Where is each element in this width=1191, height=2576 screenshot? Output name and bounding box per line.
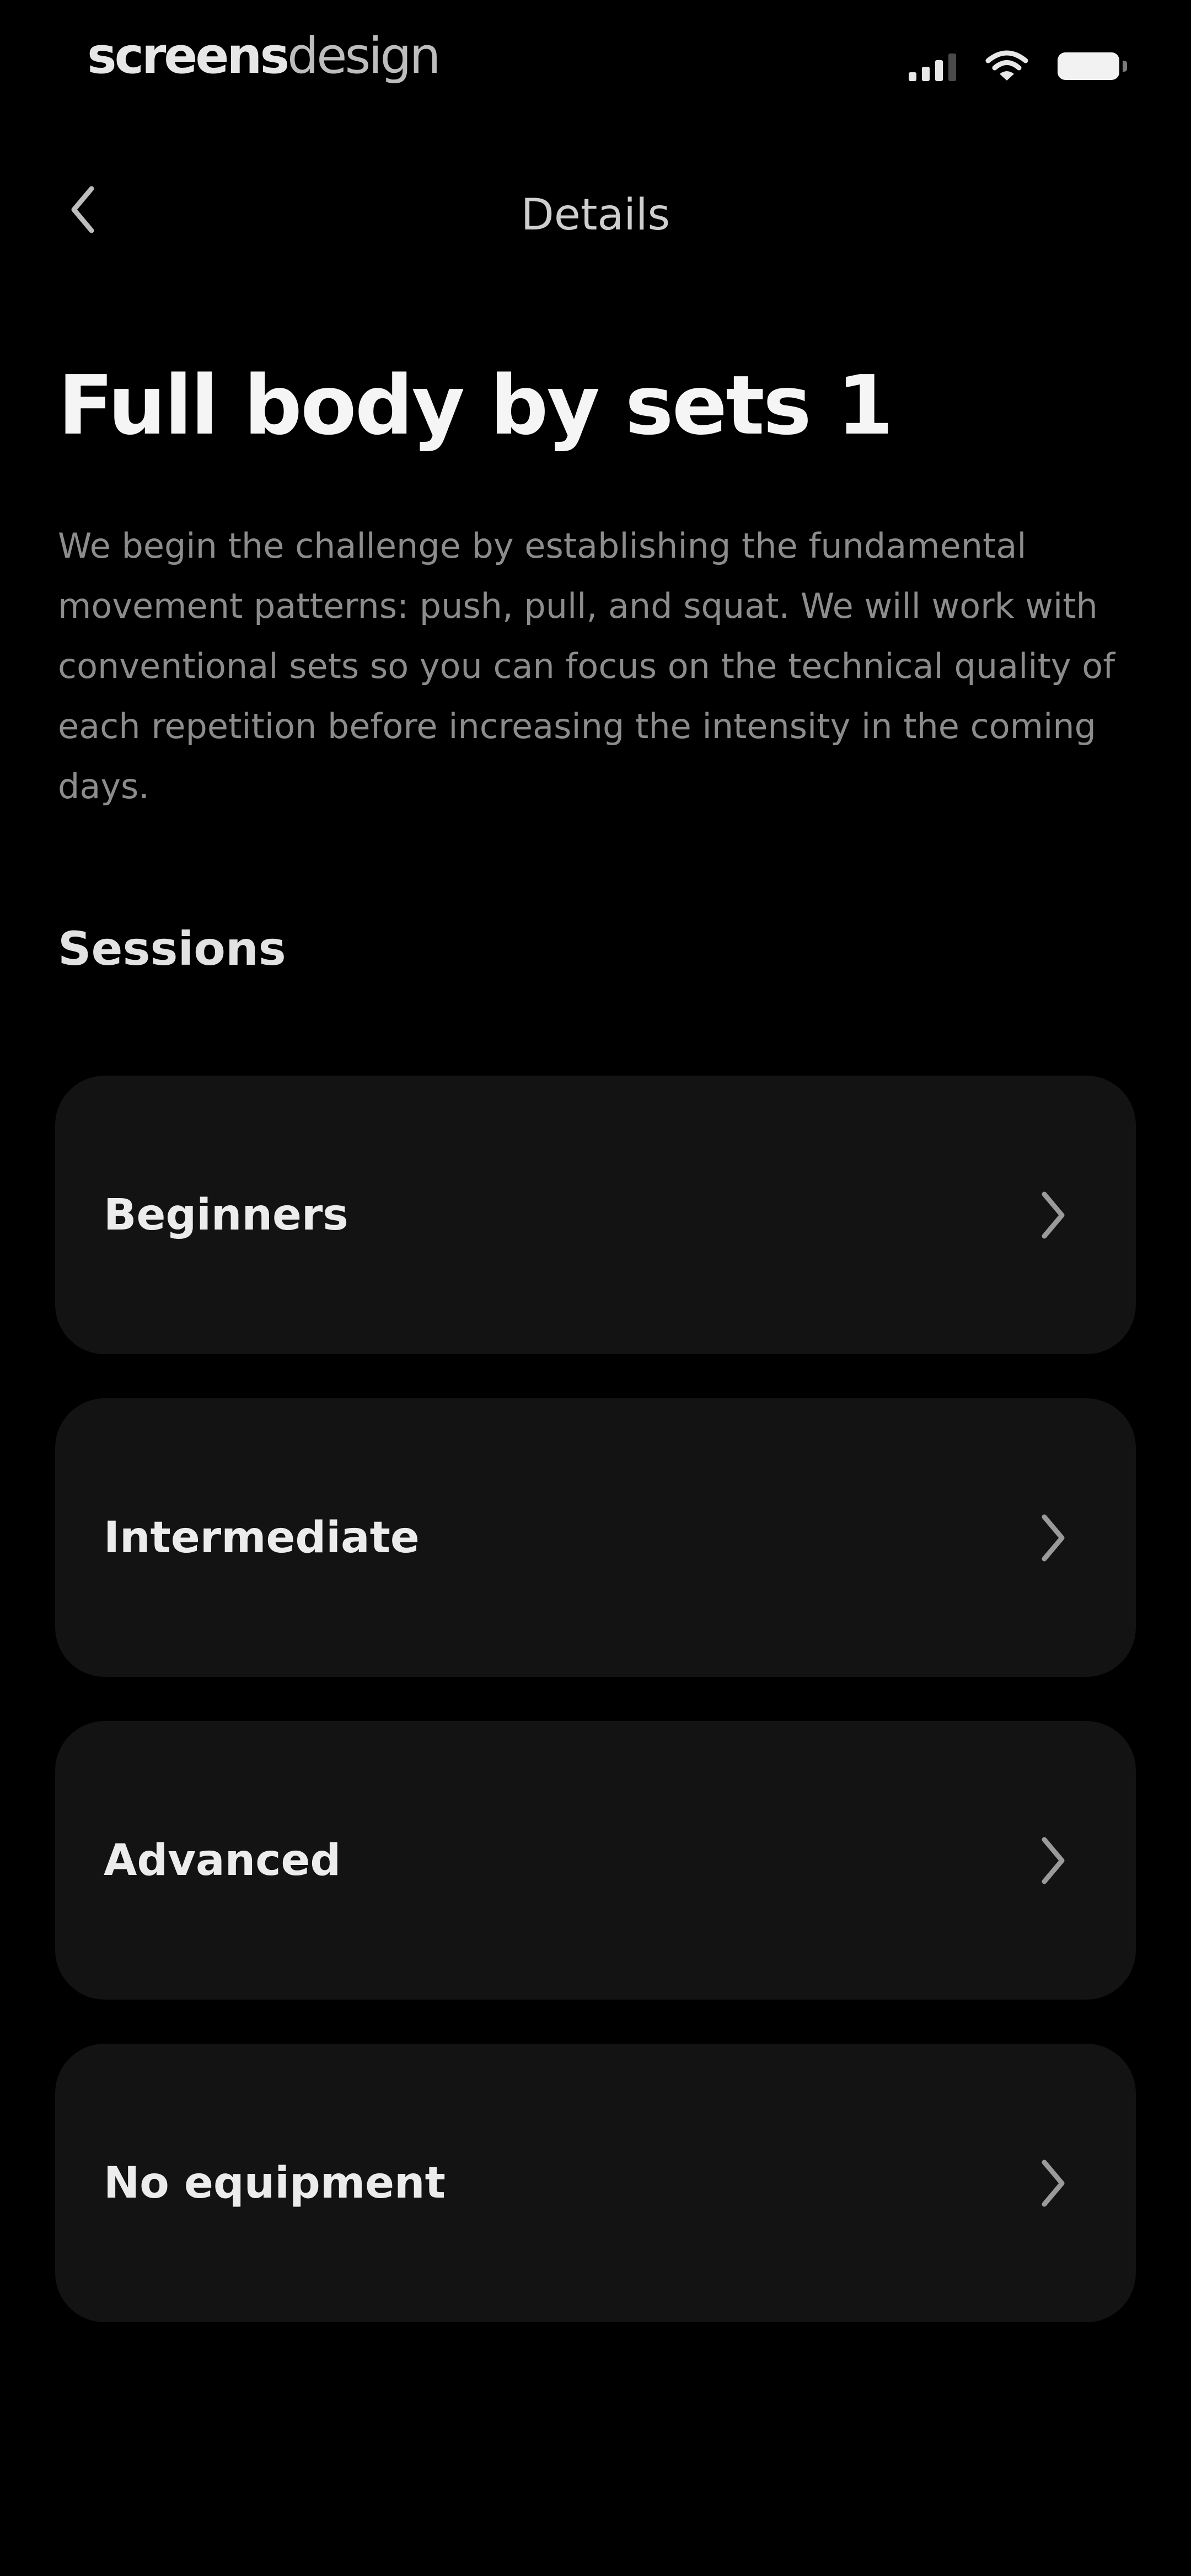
brand-logo-bold: screens <box>87 27 289 85</box>
status-icons <box>909 47 1127 85</box>
status-bar: screensdesign <box>0 0 1191 127</box>
page-title: Full body by sets 1 <box>58 358 893 453</box>
sessions-heading: Sessions <box>58 922 286 976</box>
session-label: Advanced <box>104 1835 341 1885</box>
session-label: Beginners <box>104 1190 348 1240</box>
chevron-right-icon <box>1028 1182 1078 1248</box>
brand-logo: screensdesign <box>87 23 441 89</box>
chevron-right-icon <box>1028 2150 1078 2216</box>
session-card-no-equipment[interactable]: No equipment <box>55 2044 1136 2322</box>
brand-logo-light: design <box>287 27 441 85</box>
session-card-intermediate[interactable]: Intermediate <box>55 1398 1136 1677</box>
chevron-right-icon <box>1028 1505 1078 1571</box>
session-card-advanced[interactable]: Advanced <box>55 1721 1136 2000</box>
wifi-icon <box>985 50 1028 81</box>
session-list: Beginners Intermediate Advanced No equip… <box>55 1076 1136 2366</box>
chevron-right-icon <box>1028 1827 1078 1894</box>
nav-bar: Details <box>0 165 1191 254</box>
session-label: No equipment <box>104 2158 446 2208</box>
session-card-beginners[interactable]: Beginners <box>55 1076 1136 1354</box>
session-label: Intermediate <box>104 1513 420 1563</box>
signal-icon <box>909 51 956 81</box>
workout-description: We begin the challenge by establishing t… <box>58 526 1115 806</box>
nav-title: Details <box>521 190 670 240</box>
battery-icon <box>1058 52 1127 80</box>
